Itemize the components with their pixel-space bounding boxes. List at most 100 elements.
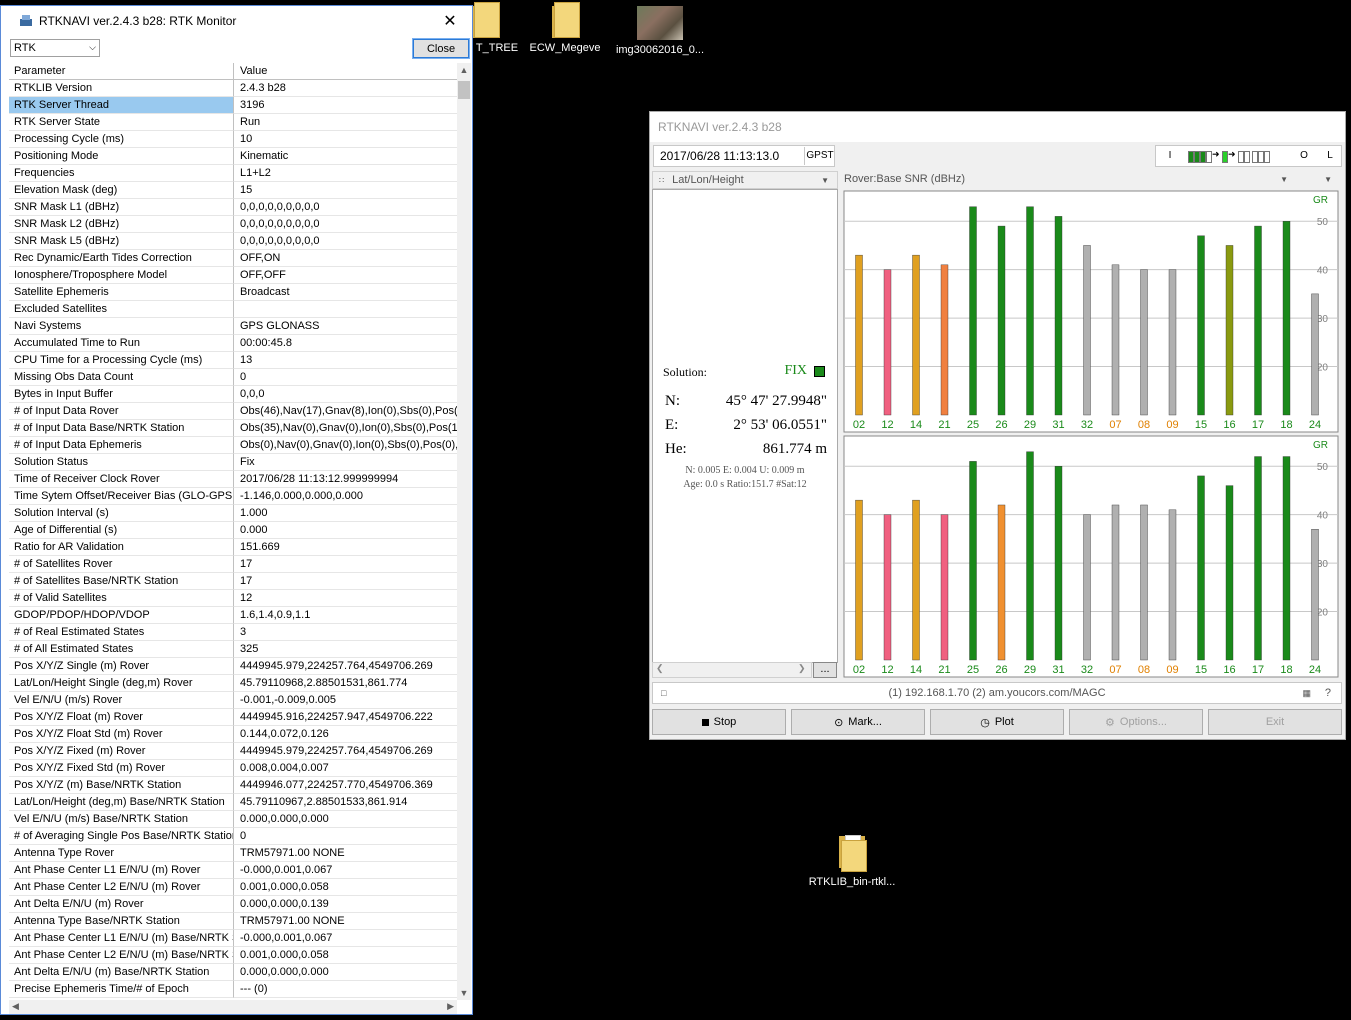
horizontal-scrollbar[interactable]: ◀ ▶: [9, 1000, 457, 1014]
grid-row[interactable]: Pos X/Y/Z Fixed Std (m) Rover 0.008,0.004…: [9, 760, 457, 777]
chart-type-select[interactable]: Rover:Base SNR (dBHz) ▼ ▼: [842, 171, 1342, 187]
exit-button[interactable]: Exit: [1208, 709, 1342, 735]
param-value: 4449945.979,224257.764,4549706.269: [234, 743, 457, 760]
grid-row[interactable]: Bytes in Input Buffer 0,0,0: [9, 386, 457, 403]
grid-row[interactable]: Ant Phase Center L2 E/N/U (m) Rover 0.001…: [9, 879, 457, 896]
parameter-grid[interactable]: Parameter Value RTKLIB Version 2.4.3 b28 R…: [9, 63, 457, 1000]
title-bar[interactable]: RTKNAVI ver.2.4.3 b28: RTK Monitor ✕: [1, 6, 472, 36]
monitor-type-select[interactable]: RTK ⌵: [10, 39, 100, 57]
satellite-label: 16: [1223, 664, 1235, 676]
grid-row[interactable]: Pos X/Y/Z Float (m) Rover 4449945.916,224…: [9, 709, 457, 726]
grid-row[interactable]: Lat/Lon/Height (deg,m) Base/NRTK Station…: [9, 794, 457, 811]
grid-row[interactable]: RTK Server Thread 3196: [9, 97, 457, 114]
param-value: -0.000,0.001,0.067: [234, 930, 457, 947]
grid-row[interactable]: Processing Cycle (ms) 10: [9, 131, 457, 148]
output-stream-button[interactable]: O: [1298, 147, 1310, 165]
param-value: Obs(46),Nav(17),Gnav(8),Ion(0),Sbs(0),Po…: [234, 403, 457, 420]
grid-row[interactable]: SNR Mask L5 (dBHz) 0,0,0,0,0,0,0,0,0: [9, 233, 457, 250]
grid-row[interactable]: Pos X/Y/Z Single (m) Rover 4449945.979,22…: [9, 658, 457, 675]
options-button[interactable]: ⚙ Options...: [1069, 709, 1203, 735]
grid-row[interactable]: GDOP/PDOP/HDOP/VDOP 1.6,1.4,0.9,1.1: [9, 607, 457, 624]
grid-row[interactable]: # of All Estimated States 325: [9, 641, 457, 658]
stop-icon: [701, 718, 709, 726]
grid-row[interactable]: Lat/Lon/Height Single (deg,m) Rover 45.79…: [9, 675, 457, 692]
grid-row[interactable]: SNR Mask L1 (dBHz) 0,0,0,0,0,0,0,0,0: [9, 199, 457, 216]
window-title[interactable]: RTKNAVI ver.2.4.3 b28: [650, 112, 1345, 142]
grid-row[interactable]: CPU Time for a Processing Cycle (ms) 13: [9, 352, 457, 369]
param-name: Lat/Lon/Height (deg,m) Base/NRTK Station: [9, 794, 234, 811]
grid-row[interactable]: Age of Differential (s) 0.000: [9, 522, 457, 539]
grid-row[interactable]: Time of Receiver Clock Rover 2017/06/28 1…: [9, 471, 457, 488]
grid-row[interactable]: Solution Interval (s) 1.000: [9, 505, 457, 522]
grid-row[interactable]: Rec Dynamic/Earth Tides Correction OFF,ON: [9, 250, 457, 267]
grid-row[interactable]: # of Real Estimated States 3: [9, 624, 457, 641]
mark-button[interactable]: ⊙ Mark...: [791, 709, 925, 735]
grid-row[interactable]: Ant Phase Center L1 E/N/U (m) Base/NRTK …: [9, 930, 457, 947]
grid-row[interactable]: Ant Delta E/N/U (m) Rover 0.000,0.000,0.1…: [9, 896, 457, 913]
grid-row[interactable]: Ratio for AR Validation 151.669: [9, 539, 457, 556]
grid-row[interactable]: RTKLIB Version 2.4.3 b28: [9, 80, 457, 97]
input-stream-button[interactable]: I: [1164, 147, 1176, 165]
snr-bar: [1168, 509, 1177, 661]
checkbox-icon[interactable]: □: [661, 683, 666, 703]
close-button[interactable]: Close: [412, 38, 470, 59]
grid-row[interactable]: Vel E/N/U (m/s) Base/NRTK Station 0.000,0…: [9, 811, 457, 828]
more-button[interactable]: ...: [813, 662, 837, 678]
help-icon[interactable]: ?: [1325, 683, 1331, 703]
grid-row[interactable]: # of Satellites Rover 17: [9, 556, 457, 573]
desktop-icon-rtklib[interactable]: RTKLIB_bin-rtkl...: [804, 832, 900, 888]
grid-row[interactable]: Ant Phase Center L1 E/N/U (m) Rover -0.00…: [9, 862, 457, 879]
stop-button[interactable]: Stop: [652, 709, 786, 735]
scroll-right-icon[interactable]: ▶: [447, 1001, 454, 1012]
scroll-left-icon[interactable]: ◀: [12, 1001, 19, 1012]
grid-row[interactable]: # of Input Data Rover Obs(46),Nav(17),Gna…: [9, 403, 457, 420]
grid-row[interactable]: # of Valid Satellites 12: [9, 590, 457, 607]
grid-row[interactable]: Excluded Satellites: [9, 301, 457, 318]
scroll-down-icon[interactable]: ▼: [457, 988, 471, 998]
vertical-scrollbar[interactable]: ▲ ▼: [457, 63, 471, 1000]
scroll-up-icon[interactable]: ▲: [457, 65, 471, 75]
grid-row[interactable]: Positioning Mode Kinematic: [9, 148, 457, 165]
grid-row[interactable]: Ant Phase Center L2 E/N/U (m) Base/NRTK …: [9, 947, 457, 964]
grid-row[interactable]: Vel E/N/U (m/s) Rover -0.001,-0.009,0.005: [9, 692, 457, 709]
desktop-icon-img[interactable]: img30062016_0...: [612, 6, 708, 56]
solution-scrollbar[interactable]: ❮ ❯ ...: [652, 662, 838, 678]
param-name: # of Satellites Rover: [9, 556, 234, 573]
grid-row[interactable]: RTK Server State Run: [9, 114, 457, 131]
grid-row[interactable]: # of Averaging Single Pos Base/NRTK Stat…: [9, 828, 457, 845]
param-name: # of Valid Satellites: [9, 590, 234, 607]
grid-row[interactable]: SNR Mask L2 (dBHz) 0,0,0,0,0,0,0,0,0: [9, 216, 457, 233]
grid-row[interactable]: Time Sytem Offset/Receiver Bias (GLO-GPS…: [9, 488, 457, 505]
grid-row[interactable]: # of Input Data Ephemeris Obs(0),Nav(0),G…: [9, 437, 457, 454]
grid-row[interactable]: Elevation Mask (deg) 15: [9, 182, 457, 199]
grid-row[interactable]: Frequencies L1+L2: [9, 165, 457, 182]
grid-row[interactable]: Antenna Type Base/NRTK Station TRM57971.0…: [9, 913, 457, 930]
grid-row[interactable]: Accumulated Time to Run 00:00:45.8: [9, 335, 457, 352]
log-stream-button[interactable]: L: [1324, 147, 1336, 165]
grid-row[interactable]: Precise Ephemeris Time/# of Epoch --- (0): [9, 981, 457, 998]
satellite-label: 15: [1195, 664, 1207, 676]
plot-button[interactable]: ◷ Plot: [930, 709, 1064, 735]
grid-row[interactable]: Pos X/Y/Z Fixed (m) Rover 4449945.979,224…: [9, 743, 457, 760]
grid-row[interactable]: Pos X/Y/Z (m) Base/NRTK Station 4449946.0…: [9, 777, 457, 794]
grid-row[interactable]: # of Input Data Base/NRTK Station Obs(35)…: [9, 420, 457, 437]
desktop-icon-ecw-megeve[interactable]: ECW_Megeve: [517, 2, 613, 54]
scroll-thumb[interactable]: [458, 81, 470, 99]
solution-type-select[interactable]: ∷ Lat/Lon/Height ▼: [652, 171, 838, 189]
param-name: # of Input Data Ephemeris: [9, 437, 234, 454]
grid-row[interactable]: # of Satellites Base/NRTK Station 17: [9, 573, 457, 590]
grid-row[interactable]: Pos X/Y/Z Float Std (m) Rover 0.144,0.072…: [9, 726, 457, 743]
param-value: 4449945.916,224257.947,4549706.222: [234, 709, 457, 726]
grid-row[interactable]: Navi Systems GPS GLONASS: [9, 318, 457, 335]
panel-icon[interactable]: ▦: [1302, 683, 1311, 703]
close-icon[interactable]: ✕: [428, 11, 472, 31]
grid-row[interactable]: Missing Obs Data Count 0: [9, 369, 457, 386]
grid-row[interactable]: Satellite Ephemeris Broadcast: [9, 284, 457, 301]
scroll-right-icon[interactable]: ❯: [798, 663, 806, 674]
scroll-left-icon[interactable]: ❮: [656, 663, 664, 674]
grid-row[interactable]: Solution Status Fix: [9, 454, 457, 471]
grid-row[interactable]: Antenna Type Rover TRM57971.00 NONE: [9, 845, 457, 862]
grid-row[interactable]: Ionosphere/Troposphere Model OFF,OFF: [9, 267, 457, 284]
time-system-button[interactable]: GPST: [804, 147, 835, 165]
grid-row[interactable]: Ant Delta E/N/U (m) Base/NRTK Station 0.0…: [9, 964, 457, 981]
